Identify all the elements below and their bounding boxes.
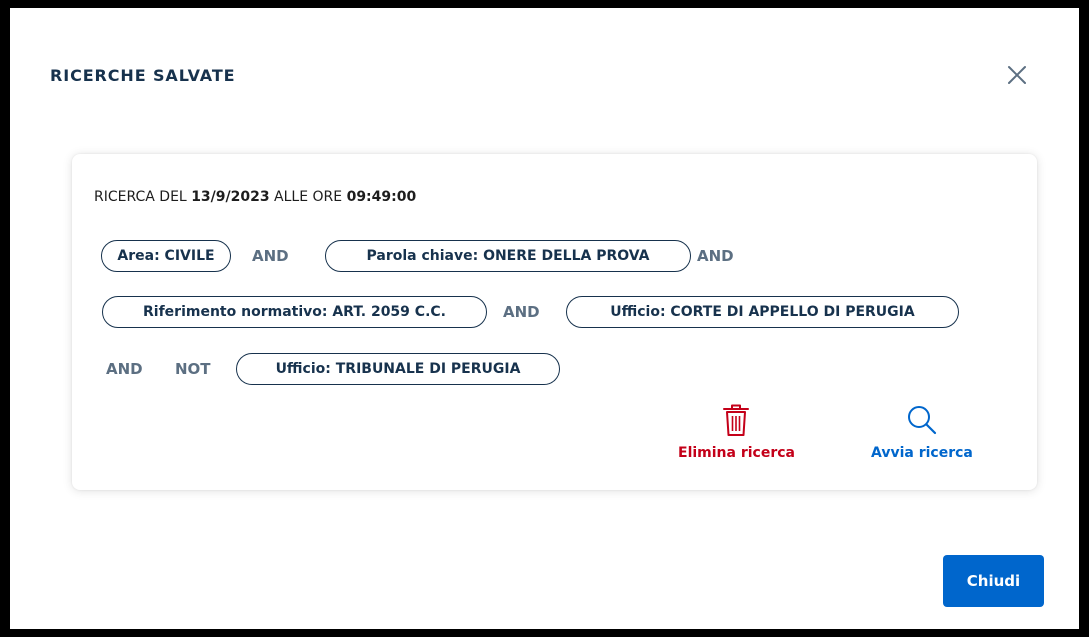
search-time: 09:49:00 <box>346 189 417 205</box>
criterion-chip: Parola chiave: ONERE DELLA PROVA <box>325 240 691 272</box>
operator-and: AND <box>503 303 540 321</box>
search-timestamp: RICERCA DEL 13/9/2023 ALLE ORE 09:49:00 <box>94 189 417 205</box>
run-search-label: Avvia ricerca <box>871 445 973 461</box>
trash-icon <box>723 404 750 436</box>
modal-title: RICERCHE SALVATE <box>50 66 236 85</box>
close-modal-button[interactable]: Chiudi <box>943 555 1044 607</box>
search-date: 13/9/2023 <box>191 189 270 205</box>
operator-and: AND <box>252 247 289 265</box>
saved-search-card: RICERCA DEL 13/9/2023 ALLE ORE 09:49:00 … <box>72 154 1037 490</box>
close-icon <box>1008 66 1026 84</box>
delete-search-button[interactable]: Elimina ricerca <box>678 403 795 461</box>
search-icon <box>907 406 937 435</box>
operator-and: AND <box>697 247 734 265</box>
operator-and: AND <box>106 360 143 378</box>
saved-searches-modal: RICERCHE SALVATE RICERCA DEL 13/9/2023 A… <box>10 8 1079 629</box>
criterion-chip: Riferimento normativo: ART. 2059 C.C. <box>102 296 487 328</box>
close-button[interactable] <box>1002 60 1032 90</box>
criterion-chip: Ufficio: CORTE DI APPELLO DI PERUGIA <box>566 296 959 328</box>
criterion-chip: Area: CIVILE <box>101 240 231 272</box>
operator-not: NOT <box>175 360 211 378</box>
run-search-button[interactable]: Avvia ricerca <box>871 403 973 461</box>
criterion-chip: Ufficio: TRIBUNALE DI PERUGIA <box>236 353 560 385</box>
delete-search-label: Elimina ricerca <box>678 445 795 461</box>
